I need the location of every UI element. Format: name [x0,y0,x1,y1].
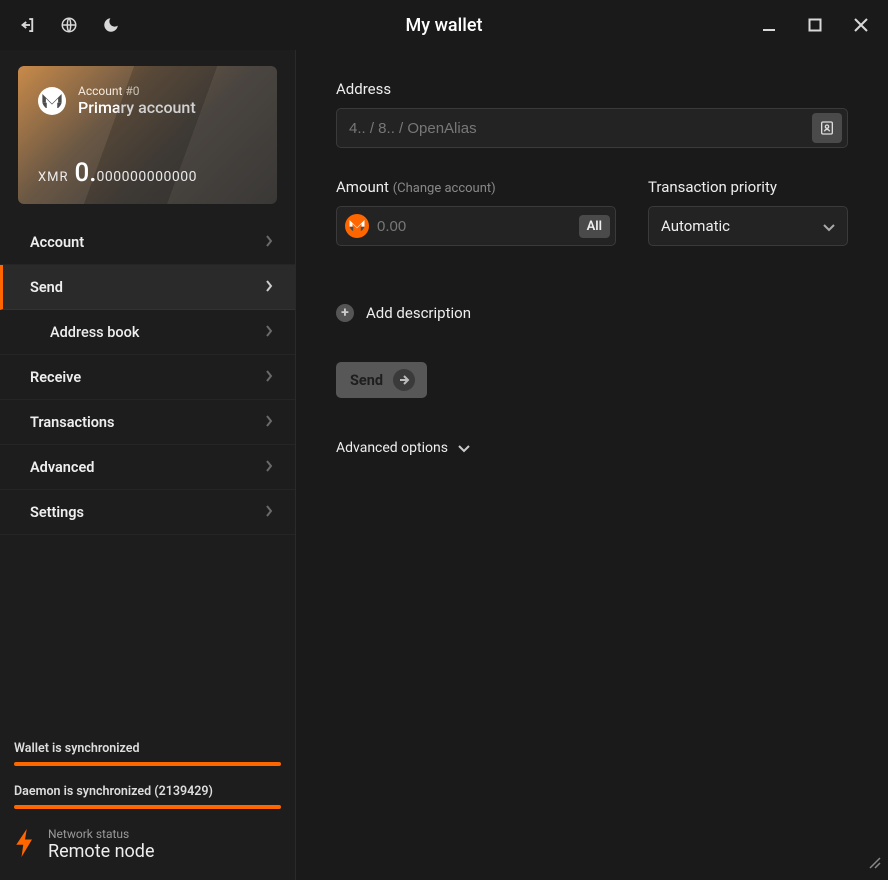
account-card[interactable]: Account #0 Primary account XMR 0.0000000… [18,66,277,204]
network-status[interactable]: Network status Remote node [14,827,281,862]
sidebar: Account #0 Primary account XMR 0.0000000… [0,50,296,880]
add-description-button[interactable]: + Add description [336,304,848,322]
address-input-wrap [336,108,848,148]
plus-icon: + [336,304,354,322]
send-button[interactable]: Send [336,362,427,398]
balance-decimals: 000000000000 [97,169,197,185]
daemon-sync-label: Daemon is synchronized (2139429) [14,784,281,799]
amount-label: Amount [336,178,389,196]
sidebar-item-send[interactable]: Send [0,265,295,310]
globe-icon[interactable] [58,14,80,36]
sidebar-item-label: Transactions [30,414,114,431]
sidebar-item-label: Account [30,234,84,251]
arrow-right-icon [393,369,415,391]
resize-handle-icon[interactable] [868,855,882,874]
sidebar-item-label: Settings [30,504,84,521]
sidebar-item-label: Advanced [30,459,94,476]
moon-icon[interactable] [100,14,122,36]
network-status-value: Remote node [48,841,155,862]
chevron-right-icon [265,324,273,341]
bolt-icon [14,829,36,861]
change-account-link[interactable]: (Change account) [393,181,496,196]
wallet-sync-label: Wallet is synchronized [14,741,281,756]
amount-input[interactable] [377,218,579,235]
sidebar-nav: Account Send Address book Receive Transa… [0,220,295,535]
sidebar-item-settings[interactable]: Settings [0,490,295,535]
balance: XMR 0.000000000000 [38,158,197,188]
contact-icon [819,120,835,136]
minimize-icon[interactable] [758,14,780,36]
wallet-sync-status: Wallet is synchronized [14,741,281,766]
daemon-sync-progress [14,805,281,809]
amount-label-row: Amount (Change account) [336,178,616,196]
sidebar-item-advanced[interactable]: Advanced [0,445,295,490]
chevron-right-icon [265,504,273,521]
advanced-options-label: Advanced options [336,440,448,456]
sidebar-item-label: Address book [50,324,139,341]
sidebar-item-label: Receive [30,369,81,386]
chevron-right-icon [265,279,273,296]
chevron-right-icon [265,414,273,431]
chevron-down-icon [458,438,470,457]
monero-logo-icon [38,87,66,115]
address-book-button[interactable] [812,113,842,143]
window-title: My wallet [406,15,483,36]
balance-currency: XMR [38,170,69,185]
chevron-right-icon [265,234,273,251]
sidebar-item-receive[interactable]: Receive [0,355,295,400]
sidebar-item-address-book[interactable]: Address book [0,310,295,355]
sidebar-footer: Wallet is synchronized Daemon is synchro… [0,729,295,880]
chevron-right-icon [265,459,273,476]
send-panel: Address Amount (Change account) All [296,50,888,880]
sidebar-item-label: Send [30,279,63,296]
chevron-down-icon [823,217,835,236]
close-icon[interactable] [850,14,872,36]
all-button[interactable]: All [579,215,610,238]
address-label: Address [336,80,848,98]
account-name: Primary account [78,98,196,117]
monero-icon [345,214,369,238]
priority-value: Automatic [661,217,730,235]
account-number: Account #0 [78,84,196,98]
add-description-text: Add description [366,304,471,322]
amount-input-wrap: All [336,206,616,246]
address-input[interactable] [337,120,812,137]
maximize-icon[interactable] [804,14,826,36]
daemon-sync-status: Daemon is synchronized (2139429) [14,784,281,809]
network-status-label: Network status [48,827,155,841]
chevron-right-icon [265,369,273,386]
logout-icon[interactable] [16,14,38,36]
balance-integer: 0. [75,158,97,188]
priority-select[interactable]: Automatic [648,206,848,246]
priority-label: Transaction priority [648,178,848,196]
sidebar-item-account[interactable]: Account [0,220,295,265]
advanced-options-toggle[interactable]: Advanced options [336,438,848,457]
sidebar-item-transactions[interactable]: Transactions [0,400,295,445]
titlebar: My wallet [0,0,888,50]
wallet-sync-progress [14,762,281,766]
send-button-label: Send [350,372,383,389]
